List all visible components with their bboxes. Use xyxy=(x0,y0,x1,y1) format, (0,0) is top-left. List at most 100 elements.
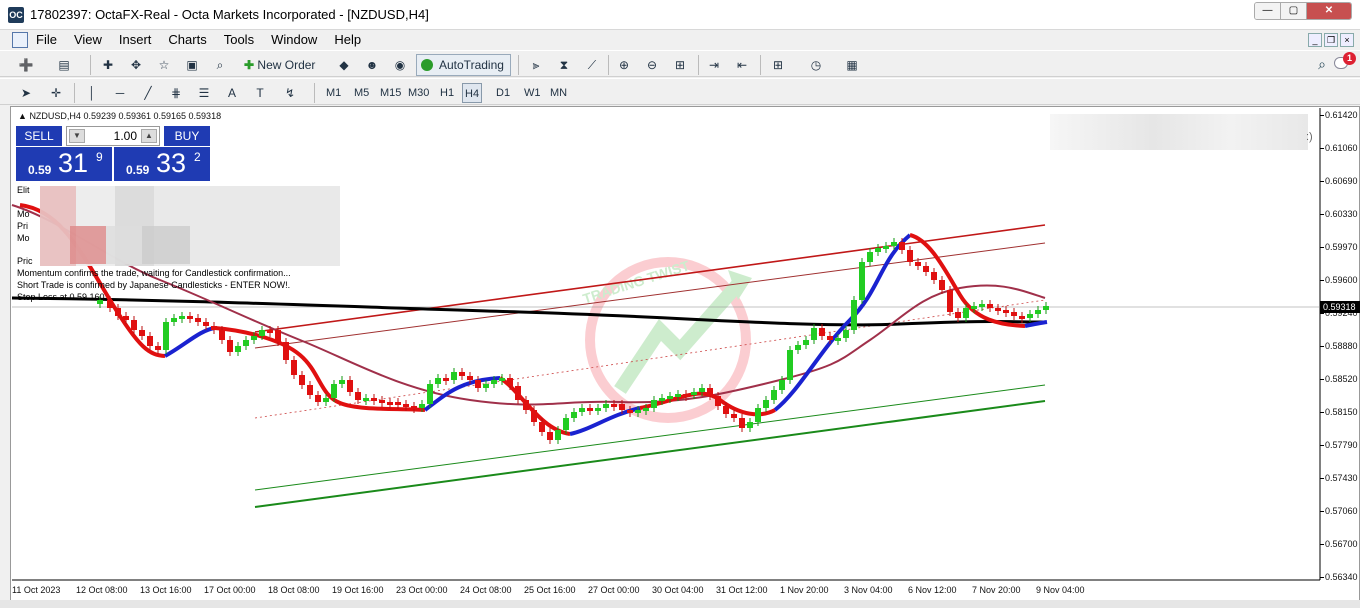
time-label: 19 Oct 16:00 xyxy=(332,585,384,595)
window-controls: — ▢ ✕ xyxy=(1254,2,1352,20)
timeframe-m30[interactable]: M30 xyxy=(406,83,431,103)
collapse-triangle-icon[interactable]: ▲ xyxy=(18,111,27,121)
text-object-icon[interactable]: T xyxy=(250,83,270,103)
notification-badge: 1 xyxy=(1343,52,1356,65)
redacted-paren: :) xyxy=(1306,131,1313,143)
lot-decrease-icon[interactable]: ▼ xyxy=(69,129,85,143)
indicator-line-7: Short Trade is confirmed by Japanese Can… xyxy=(17,280,291,290)
chart-close-button[interactable]: × xyxy=(1340,33,1354,47)
autotrading-button[interactable]: AutoTrading xyxy=(416,54,511,76)
menu-insert[interactable]: Insert xyxy=(119,32,161,47)
menu-tools[interactable]: Tools xyxy=(224,32,263,47)
app-logo-icon: OC xyxy=(8,7,24,23)
lot-size-field[interactable]: ▼ 1.00 ▲ xyxy=(66,126,160,146)
price-level-label: 0.56700 xyxy=(1325,539,1358,549)
vps-icon[interactable]: ◉ xyxy=(390,55,410,75)
new-chart-icon[interactable]: ➕ xyxy=(16,55,36,75)
fibonacci-icon[interactable]: ⋕ xyxy=(166,83,186,103)
indicator-line-8: Stop Loss at 0.59 160 xyxy=(17,292,105,302)
price-level-label: 0.56340 xyxy=(1325,572,1358,582)
timeframe-m1[interactable]: M1 xyxy=(324,83,343,103)
sell-button[interactable]: SELL xyxy=(16,126,62,146)
sell-price-sup: 9 xyxy=(96,150,103,164)
price-tick xyxy=(1320,544,1324,545)
zoom-in-icon[interactable]: ⊕ xyxy=(614,55,634,75)
profiles-icon[interactable]: ▤ xyxy=(54,55,74,75)
timeframe-m15[interactable]: M15 xyxy=(378,83,403,103)
time-label: 13 Oct 16:00 xyxy=(140,585,192,595)
timeframe-m5[interactable]: M5 xyxy=(352,83,371,103)
menu-window[interactable]: Window xyxy=(271,32,326,47)
price-tick xyxy=(1320,280,1324,281)
chart-area[interactable] xyxy=(10,106,1360,602)
chart-tabs-strip xyxy=(0,600,1360,608)
buy-price-sup: 2 xyxy=(194,150,201,164)
price-level-label: 0.58150 xyxy=(1325,407,1358,417)
timeframe-d1[interactable]: D1 xyxy=(494,83,512,103)
indicator-line-6: Momentum confirms the trade, waiting for… xyxy=(17,268,291,278)
sell-price-box[interactable]: 0.59 31 9 xyxy=(16,147,112,181)
indicator-line-1: Elit xyxy=(17,185,30,195)
autoscroll-icon[interactable]: ⇥ xyxy=(704,55,724,75)
chart-window-icon[interactable] xyxy=(12,32,28,48)
price-tick xyxy=(1320,247,1324,248)
timeframe-h1[interactable]: H1 xyxy=(438,83,456,103)
lot-increase-icon[interactable]: ▲ xyxy=(141,129,157,143)
bar-chart-icon[interactable]: ⫸ xyxy=(526,55,546,75)
tile-windows-icon[interactable]: ⊞ xyxy=(670,55,690,75)
crosshair-icon[interactable]: ✛ xyxy=(46,83,66,103)
search-icon[interactable]: ⌕ xyxy=(1318,56,1326,73)
templates-icon[interactable]: ▦ xyxy=(842,55,862,75)
vertical-line-icon[interactable]: │ xyxy=(82,83,102,103)
menu-file[interactable]: File xyxy=(36,32,66,47)
navigator-icon[interactable]: ☆ xyxy=(154,55,174,75)
buy-price-big: 33 xyxy=(156,148,187,178)
signals-icon[interactable]: ☻ xyxy=(362,55,382,75)
indicators-icon[interactable]: ⊞ xyxy=(768,55,788,75)
price-level-label: 0.58520 xyxy=(1325,374,1358,384)
price-tick xyxy=(1320,214,1324,215)
menu-charts[interactable]: Charts xyxy=(168,32,215,47)
text-label-icon[interactable]: A xyxy=(222,83,242,103)
chart-minimize-button[interactable]: _ xyxy=(1308,33,1322,47)
maximize-button[interactable]: ▢ xyxy=(1281,3,1307,19)
sell-price-big: 31 xyxy=(58,148,89,178)
timeframe-h4[interactable]: H4 xyxy=(462,83,483,103)
strategy-tester-icon[interactable]: ⌕ xyxy=(210,55,230,75)
chart-shift-icon[interactable]: ⇤ xyxy=(732,55,752,75)
chart-restore-button[interactable]: ❐ xyxy=(1324,33,1338,47)
metaeditor-icon[interactable]: ◆ xyxy=(334,55,354,75)
standard-toolbar: ➕ ▤ ✚ ✥ ☆ ▣ ⌕ ✚ New Order ◆ ☻ ◉ AutoTrad… xyxy=(0,50,1360,77)
timeframe-w1[interactable]: W1 xyxy=(522,83,543,103)
new-order-button[interactable]: ✚ New Order xyxy=(244,55,326,75)
redacted-area-lower xyxy=(70,226,190,264)
horizontal-line-icon[interactable]: ─ xyxy=(110,83,130,103)
indicator-line-3: Pri xyxy=(17,221,28,231)
notifications-icon[interactable]: 1 xyxy=(1334,52,1356,73)
arrows-icon[interactable]: ↯ xyxy=(280,83,300,103)
candlesticks-icon[interactable]: ⧗ xyxy=(554,55,574,75)
price-level-label: 0.58880 xyxy=(1325,341,1358,351)
price-level-label: 0.59970 xyxy=(1325,242,1358,252)
timeframe-mn[interactable]: MN xyxy=(548,83,569,103)
minimize-button[interactable]: — xyxy=(1255,3,1281,19)
line-chart-icon[interactable]: ⟋ xyxy=(582,55,602,75)
window-title: 17802397: OctaFX-Real - Octa Markets Inc… xyxy=(30,7,429,22)
periods-icon[interactable]: ◷ xyxy=(806,55,826,75)
cursor-icon[interactable]: ➤ xyxy=(16,83,36,103)
data-window-icon[interactable]: ✥ xyxy=(126,55,146,75)
time-label: 25 Oct 16:00 xyxy=(524,585,576,595)
terminal-icon[interactable]: ▣ xyxy=(182,55,202,75)
menu-view[interactable]: View xyxy=(74,32,111,47)
market-watch-icon[interactable]: ✚ xyxy=(98,55,118,75)
indicator-line-5: Pric xyxy=(17,256,33,266)
menu-help[interactable]: Help xyxy=(334,32,370,47)
trendline-icon[interactable]: ╱ xyxy=(138,83,158,103)
buy-price-box[interactable]: 0.59 33 2 xyxy=(114,147,210,181)
close-button[interactable]: ✕ xyxy=(1307,3,1351,19)
channel-icon[interactable]: ☰ xyxy=(194,83,214,103)
buy-button[interactable]: BUY xyxy=(164,126,210,146)
zoom-out-icon[interactable]: ⊖ xyxy=(642,55,662,75)
sell-price-prefix: 0.59 xyxy=(28,163,52,177)
menu-items: File View Insert Charts Tools Window Hel… xyxy=(36,32,378,47)
